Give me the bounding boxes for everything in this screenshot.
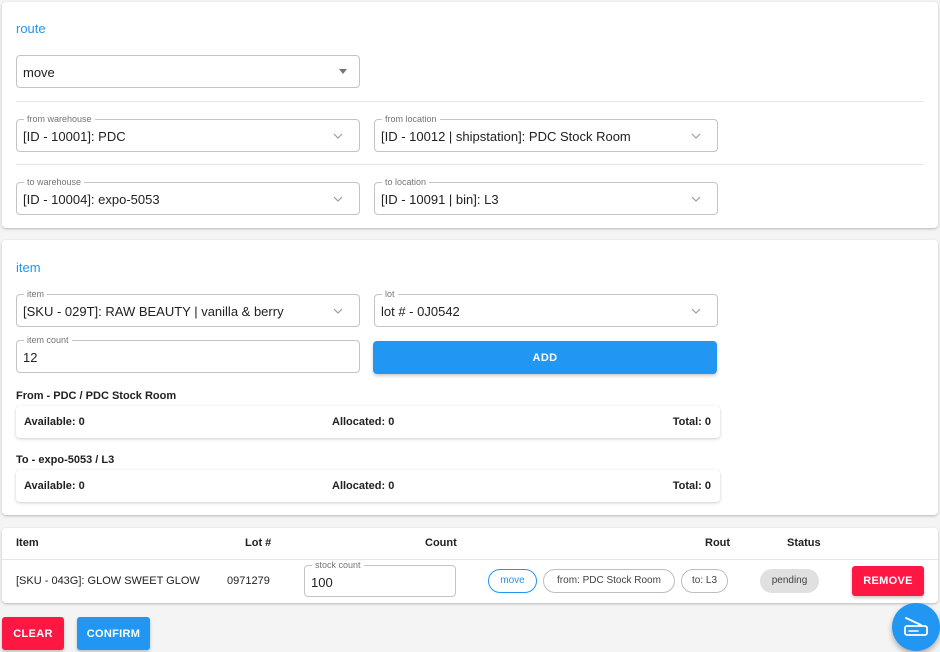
to-warehouse-select[interactable]: to warehouse [ID - 10004]: expo-5053 xyxy=(16,177,360,215)
col-header-count: Count xyxy=(425,537,457,549)
lot-select[interactable]: lot lot # - 0J0542 xyxy=(374,289,718,327)
item-count-label: item count xyxy=(24,335,72,345)
remove-button[interactable]: REMOVE xyxy=(852,566,924,596)
confirm-button[interactable]: CONFIRM xyxy=(77,617,150,650)
stock-count-value: 100 xyxy=(311,575,333,590)
route-type-chip[interactable]: move xyxy=(488,569,537,593)
caret-down-icon xyxy=(339,69,347,74)
status-badge: pending xyxy=(760,569,819,593)
from-warehouse-label: from warehouse xyxy=(24,114,95,124)
table-header-divider xyxy=(2,559,938,560)
to-location-value: [ID - 10091 | bin]: L3 xyxy=(381,192,499,207)
chevron-down-icon xyxy=(333,196,343,202)
item-count-value: 12 xyxy=(23,350,38,365)
to-stock-heading: To - expo-5053 / L3 xyxy=(16,454,115,466)
route-type-select[interactable]: move xyxy=(16,55,360,88)
from-total: Total: 0 xyxy=(672,416,711,428)
route-title: route xyxy=(16,21,46,36)
item-title: item xyxy=(16,260,41,275)
to-allocated: Allocated: 0 xyxy=(332,480,395,492)
item-select[interactable]: item [SKU - 029T]: RAW BEAUTY | vanilla … xyxy=(16,289,360,327)
from-location-value: [ID - 10012 | shipstation]: PDC Stock Ro… xyxy=(381,129,631,144)
chevron-down-icon xyxy=(691,133,701,139)
from-available: Available: 0 xyxy=(24,416,85,428)
from-location-label: from location xyxy=(382,114,440,124)
to-location-label: to location xyxy=(382,177,430,187)
stock-count-input[interactable]: stock count 100 xyxy=(304,560,456,597)
items-table: Item Lot # Count Rout Status [SKU - 043G… xyxy=(2,528,938,603)
from-stock-heading: From - PDC / PDC Stock Room xyxy=(16,390,177,402)
chevron-down-icon xyxy=(691,308,701,314)
from-stock-summary: Available: 0 Allocated: 0 Total: 0 xyxy=(16,406,720,438)
to-total: Total: 0 xyxy=(672,480,711,492)
col-header-lot: Lot # xyxy=(245,537,272,549)
chevron-down-icon xyxy=(333,308,343,314)
clear-button[interactable]: CLEAR xyxy=(2,617,64,650)
scan-fab[interactable] xyxy=(892,603,940,651)
col-header-item: Item xyxy=(16,537,39,549)
to-warehouse-value: [ID - 10004]: expo-5053 xyxy=(23,192,160,207)
route-from-chip[interactable]: from: PDC Stock Room xyxy=(543,569,675,593)
route-divider-1 xyxy=(16,101,924,102)
item-label: item xyxy=(24,289,48,299)
lot-label: lot xyxy=(382,289,398,299)
route-type-value: move xyxy=(23,65,55,80)
chevron-down-icon xyxy=(691,196,701,202)
from-warehouse-value: [ID - 10001]: PDC xyxy=(23,129,126,144)
add-button[interactable]: ADD xyxy=(373,341,717,374)
lot-value: lot # - 0J0542 xyxy=(381,304,460,319)
stock-count-label: stock count xyxy=(312,560,364,570)
item-count-input[interactable]: item count 12 xyxy=(16,335,360,373)
to-available: Available: 0 xyxy=(24,480,85,492)
item-card: item item [SKU - 029T]: RAW BEAUTY | van… xyxy=(2,240,938,515)
row-item: [SKU - 043G]: GLOW SWEET GLOW xyxy=(16,575,200,587)
col-header-status: Status xyxy=(787,537,821,549)
from-location-select[interactable]: from location [ID - 10012 | shipstation]… xyxy=(374,114,718,152)
to-stock-summary: Available: 0 Allocated: 0 Total: 0 xyxy=(16,470,720,502)
to-location-select[interactable]: to location [ID - 10091 | bin]: L3 xyxy=(374,177,718,215)
from-allocated: Allocated: 0 xyxy=(332,416,395,428)
route-card: route move from warehouse [ID - 10001]: … xyxy=(2,2,938,228)
route-divider-2 xyxy=(16,164,924,165)
col-header-route: Rout xyxy=(705,537,731,549)
from-warehouse-select[interactable]: from warehouse [ID - 10001]: PDC xyxy=(16,114,360,152)
item-value: [SKU - 029T]: RAW BEAUTY | vanilla & ber… xyxy=(23,304,284,319)
to-warehouse-label: to warehouse xyxy=(24,177,85,187)
route-to-chip[interactable]: to: L3 xyxy=(681,569,728,593)
chevron-down-icon xyxy=(333,133,343,139)
scanner-icon xyxy=(904,617,928,636)
row-lot: 0971279 xyxy=(227,575,270,587)
